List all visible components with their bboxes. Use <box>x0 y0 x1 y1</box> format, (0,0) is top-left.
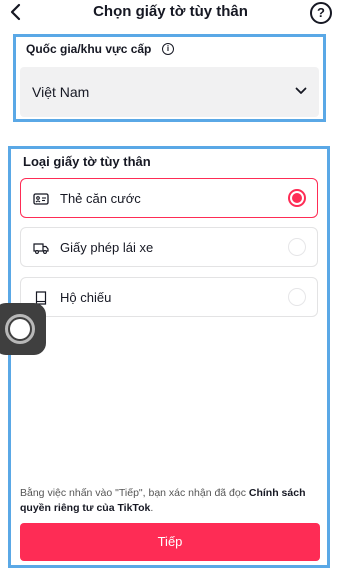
help-icon[interactable]: ? <box>310 2 332 24</box>
info-icon[interactable]: i <box>162 43 174 55</box>
radio-selected[interactable] <box>288 189 306 207</box>
option-driver-license[interactable]: Giấy phép lái xe <box>20 227 318 267</box>
consent-text: Bằng việc nhấn vào "Tiếp", bạn xác nhận … <box>20 486 320 516</box>
consent-prefix: Bằng việc nhấn vào "Tiếp", bạn xác nhận … <box>20 487 249 499</box>
option-label: Hộ chiếu <box>60 290 112 305</box>
option-id-card[interactable]: Thẻ căn cước <box>20 178 318 218</box>
country-label: Quốc gia/khu vực cấp <box>26 42 152 56</box>
radio-unselected[interactable] <box>288 288 306 306</box>
chevron-down-icon <box>295 87 307 94</box>
option-passport[interactable]: Hộ chiếu <box>20 277 318 317</box>
truck-icon <box>33 243 49 254</box>
radio-unselected[interactable] <box>288 238 306 256</box>
consent-end: . <box>150 502 154 514</box>
country-select[interactable]: Việt Nam <box>20 67 319 117</box>
id-card-icon <box>33 193 49 205</box>
option-label: Thẻ căn cước <box>60 191 141 206</box>
next-button[interactable]: Tiếp <box>20 523 320 561</box>
assistive-touch-button[interactable] <box>0 303 46 355</box>
assistive-touch-dot <box>10 319 30 339</box>
page-title: Chọn giấy tờ tùy thân <box>93 3 248 20</box>
header: Chọn giấy tờ tùy thân ? <box>0 0 341 26</box>
option-label: Giấy phép lái xe <box>60 240 154 255</box>
document-type-label: Loại giấy tờ tùy thân <box>23 154 151 169</box>
country-value: Việt Nam <box>32 84 90 100</box>
